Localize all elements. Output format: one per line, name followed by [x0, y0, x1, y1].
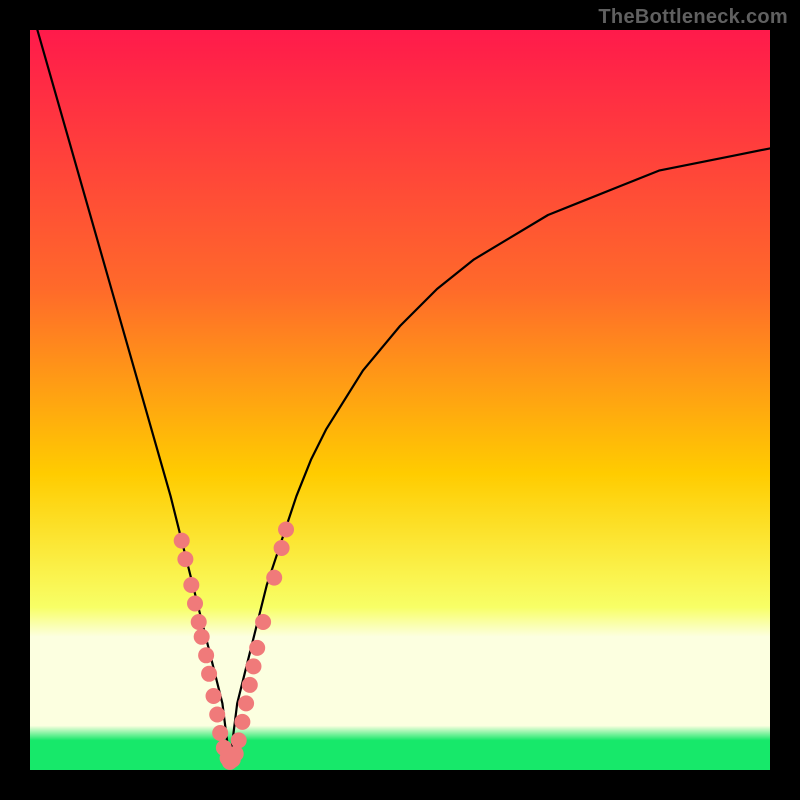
data-marker	[245, 658, 261, 674]
data-marker	[266, 570, 282, 586]
data-marker	[194, 629, 210, 645]
data-marker	[242, 677, 258, 693]
data-marker	[249, 640, 265, 656]
plot-area	[30, 30, 770, 770]
data-marker	[255, 614, 271, 630]
data-marker	[187, 596, 203, 612]
data-marker	[209, 707, 225, 723]
data-marker	[212, 725, 228, 741]
data-marker	[191, 614, 207, 630]
bottleneck-curve	[37, 30, 770, 763]
data-marker	[177, 551, 193, 567]
data-marker	[228, 746, 244, 762]
data-marker	[274, 540, 290, 556]
data-marker	[206, 688, 222, 704]
curve-layer	[30, 30, 770, 770]
data-marker	[201, 666, 217, 682]
data-marker	[238, 695, 254, 711]
data-marker	[183, 577, 199, 593]
data-marker	[231, 732, 247, 748]
data-marker	[278, 522, 294, 538]
chart-frame: TheBottleneck.com	[0, 0, 800, 800]
data-marker	[234, 714, 250, 730]
watermark-text: TheBottleneck.com	[598, 6, 788, 29]
data-marker	[198, 647, 214, 663]
data-marker	[174, 533, 190, 549]
